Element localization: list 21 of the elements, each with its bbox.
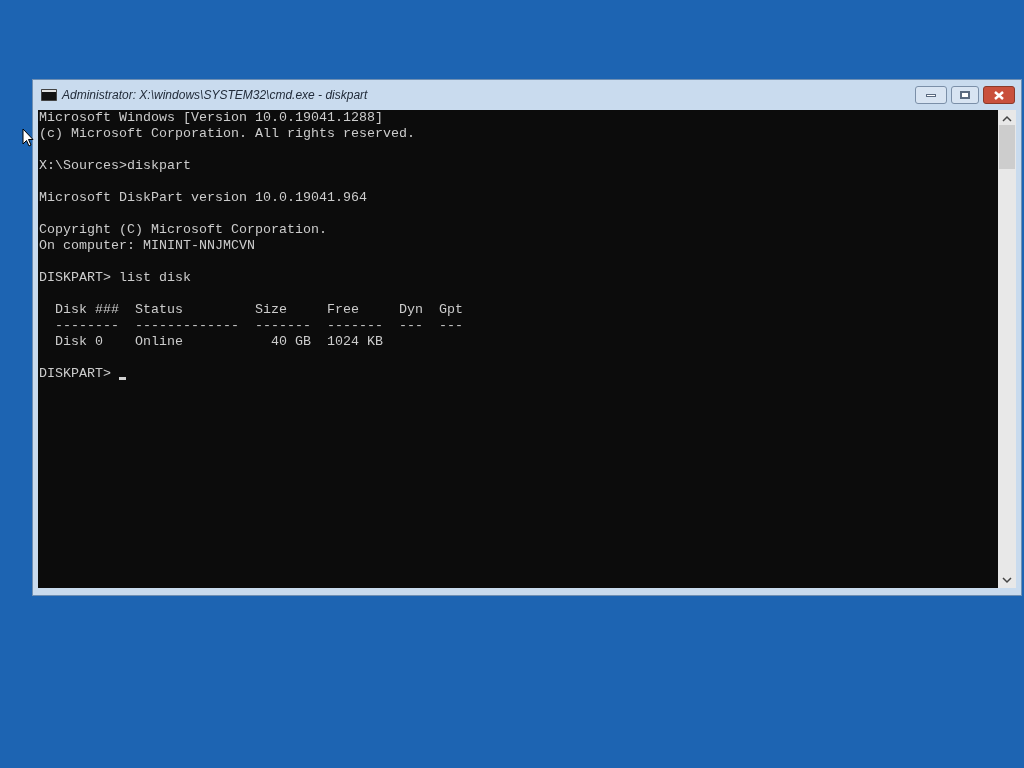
mouse-pointer-icon xyxy=(22,128,34,148)
console-line: X:\Sources>diskpart xyxy=(39,158,191,174)
console-line: Microsoft DiskPart version 10.0.19041.964 xyxy=(39,190,367,206)
maximize-button[interactable] xyxy=(951,86,979,104)
console-line: -------- ------------- ------- ------- --- --- xyxy=(55,318,463,334)
console-line: (c) Microsoft Corporation. All rights reserved. xyxy=(39,126,415,142)
console-line: Copyright (C) Microsoft Corporation. xyxy=(39,222,327,238)
console-line: DISKPART> list disk xyxy=(39,270,191,286)
console-line: Disk ### Status Size Free Dyn Gpt xyxy=(55,302,463,318)
console-icon xyxy=(41,89,57,101)
scroll-down-icon[interactable] xyxy=(1002,574,1012,586)
close-button[interactable] xyxy=(983,86,1015,104)
close-icon xyxy=(994,90,1004,100)
window-title: Administrator: X:\windows\SYSTEM32\cmd.exe - diskpart xyxy=(62,87,368,104)
scrollbar[interactable] xyxy=(998,110,1016,588)
scroll-thumb[interactable] xyxy=(999,125,1015,169)
console-line: Disk 0 Online 40 GB 1024 KB xyxy=(55,334,383,350)
console-line: On computer: MININT-NNJMCVN xyxy=(39,238,255,254)
prompt-text: DISKPART> xyxy=(39,366,111,382)
console-line: Microsoft Windows [Version 10.0.19041.1288] xyxy=(39,110,383,126)
minimize-button[interactable] xyxy=(915,86,947,104)
